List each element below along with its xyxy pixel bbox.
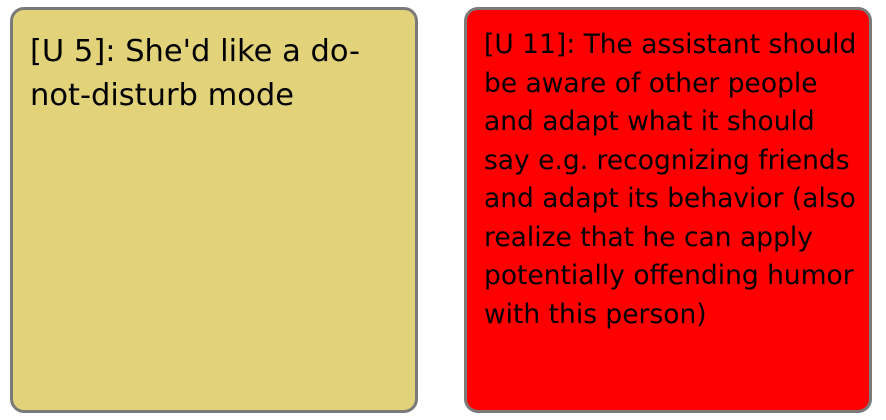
sticky-note-u5-text: [U 5]: She'd like a do-not-disturb mode bbox=[30, 34, 361, 113]
sticky-note-u11-text: [U 11]: The assistant should be aware of… bbox=[484, 29, 857, 330]
sticky-note-board: [U 5]: She'd like a do-not-disturb mode … bbox=[0, 0, 886, 420]
sticky-note-u5[interactable]: [U 5]: She'd like a do-not-disturb mode bbox=[10, 7, 418, 413]
sticky-note-u11[interactable]: [U 11]: The assistant should be aware of… bbox=[464, 7, 872, 413]
